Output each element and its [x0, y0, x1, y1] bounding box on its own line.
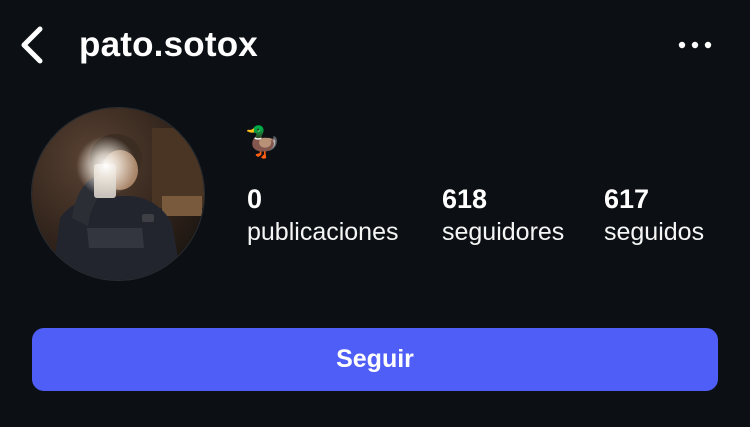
profile-username: pato.sotox: [79, 25, 258, 64]
following-count: 617: [604, 184, 650, 214]
profile-screen: pato.sotox 🦆 0 publicaciones 618 seguido…: [0, 0, 750, 427]
posts-count: 0: [247, 184, 263, 214]
more-options-button[interactable]: [670, 30, 720, 60]
bio-emoji: 🦆: [244, 125, 282, 160]
follow-button[interactable]: Seguir: [32, 328, 718, 391]
followers-count: 618: [442, 184, 488, 214]
followers-stat[interactable]: 618 seguidores: [442, 182, 564, 248]
profile-photo: [32, 108, 204, 280]
avatar[interactable]: [32, 108, 204, 280]
back-button[interactable]: [14, 22, 50, 68]
following-label: seguidos: [604, 218, 705, 246]
chevron-left-icon: [21, 26, 43, 64]
following-stat[interactable]: 617 seguidos: [604, 182, 704, 248]
followers-label: seguidores: [442, 218, 565, 246]
more-horizontal-icon: [678, 41, 712, 49]
posts-label: publicaciones: [247, 218, 399, 246]
posts-stat[interactable]: 0 publicaciones: [247, 182, 399, 248]
